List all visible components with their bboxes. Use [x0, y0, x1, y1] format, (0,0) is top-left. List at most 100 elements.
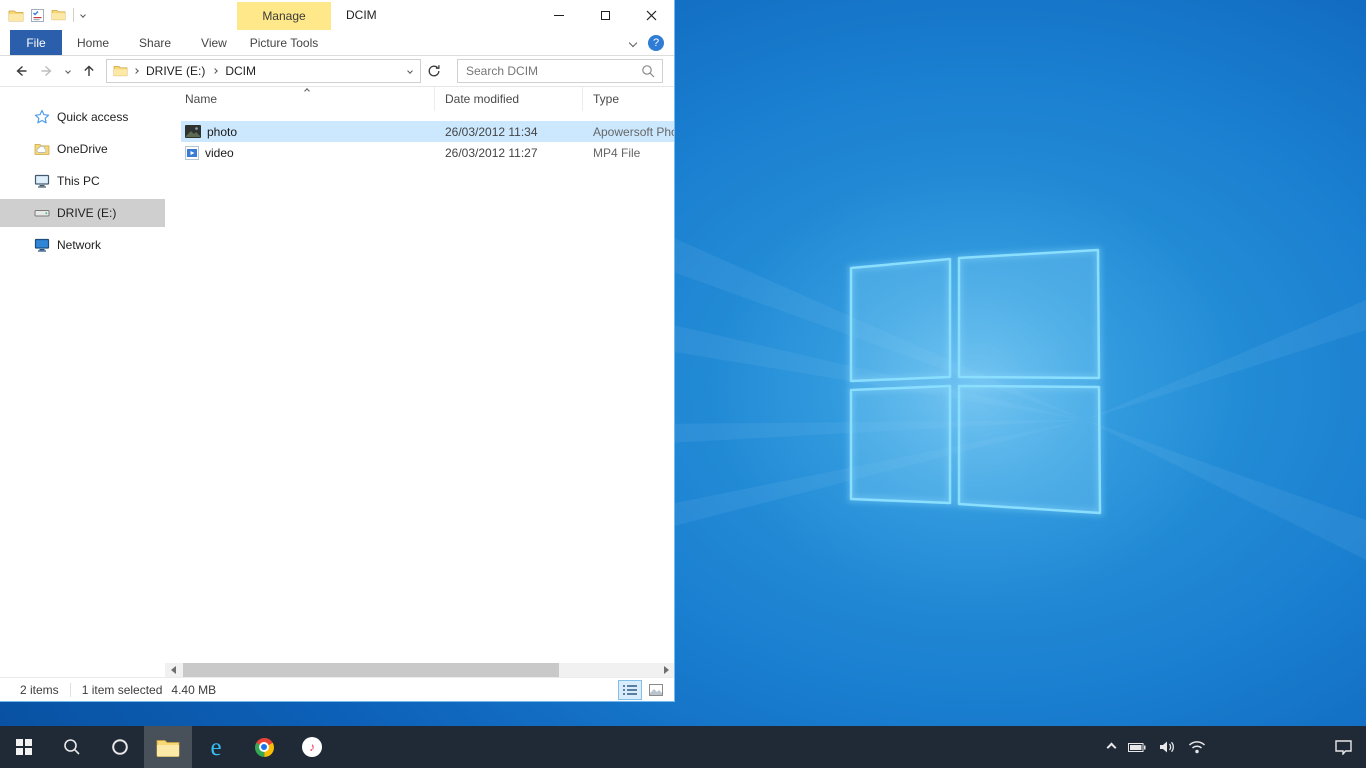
sidebar-item-this-pc[interactable]: This PC: [0, 167, 165, 195]
name-cell: video: [181, 146, 435, 160]
sidebar-item-network[interactable]: Network: [0, 231, 165, 259]
ribbon-tab-row: File Home Share View Picture Tools ?: [0, 30, 674, 56]
recent-locations-button[interactable]: [60, 58, 76, 84]
column-header-date-modified[interactable]: Date modified: [435, 87, 583, 111]
table-row-photo[interactable]: photo 26/03/2012 11:34 Apowersoft Pho: [181, 121, 674, 142]
windows-start-icon: [16, 739, 32, 755]
properties-button[interactable]: [31, 9, 44, 22]
details-view-button[interactable]: [618, 680, 642, 700]
navigation-pane: Quick access OneDrive This PC DRIVE (E:)…: [0, 87, 165, 663]
battery-icon: [1128, 743, 1146, 752]
cortana-icon: [111, 738, 129, 756]
status-divider: [70, 683, 71, 697]
explorer-body: Quick access OneDrive This PC DRIVE (E:)…: [0, 87, 674, 677]
taskbar-itunes-button[interactable]: ♪: [288, 726, 336, 768]
explorer-system-icon[interactable]: [8, 9, 24, 22]
computer-icon: [34, 173, 50, 189]
cortana-button[interactable]: [96, 726, 144, 768]
scroll-right-arrow[interactable]: [658, 663, 674, 677]
back-button[interactable]: [8, 58, 34, 84]
new-folder-button[interactable]: [51, 9, 66, 21]
recent-locations-chevron-icon: [65, 68, 71, 74]
network-indicator[interactable]: [1188, 740, 1206, 754]
maximize-icon: [601, 11, 610, 20]
sidebar-item-quick-access[interactable]: Quick access: [0, 103, 165, 131]
search-icon: [63, 738, 81, 756]
forward-button[interactable]: [34, 58, 60, 84]
tab-share[interactable]: Share: [124, 30, 186, 55]
star-icon: [34, 109, 50, 125]
taskbar-chrome-button[interactable]: [240, 726, 288, 768]
start-button[interactable]: [0, 726, 48, 768]
column-header-name[interactable]: Name: [165, 87, 435, 111]
breadcrumb-segment-drive[interactable]: DRIVE (E:): [140, 64, 211, 78]
refresh-button[interactable]: [421, 59, 447, 83]
chrome-icon: [255, 738, 274, 757]
file-list: Name Date modified Type photo 26/03/2012…: [165, 87, 674, 663]
column-headers: Name Date modified Type: [165, 87, 674, 111]
volume-indicator[interactable]: [1159, 740, 1175, 754]
type-cell: MP4 File: [583, 146, 674, 160]
speaker-icon: [1159, 740, 1175, 754]
date-modified-cell: 26/03/2012 11:34: [435, 125, 583, 139]
address-bar-row: DRIVE (E:) DCIM: [0, 56, 674, 87]
close-button[interactable]: [628, 0, 674, 30]
address-folder-icon: [113, 65, 128, 77]
breadcrumb-chevron-icon[interactable]: [211, 69, 219, 73]
search-input[interactable]: [458, 64, 641, 78]
taskbar: e ♪: [0, 726, 1366, 768]
ribbon-right-controls: ?: [630, 30, 664, 56]
hidden-icons-button[interactable]: [1108, 744, 1115, 751]
table-row-video[interactable]: video 26/03/2012 11:27 MP4 File: [181, 142, 674, 163]
action-center-icon: [1335, 740, 1352, 755]
window-controls: [536, 0, 674, 30]
help-button[interactable]: ?: [648, 35, 664, 51]
customize-toolbar-chevron-icon[interactable]: [80, 12, 86, 18]
scroll-left-arrow[interactable]: [165, 663, 181, 677]
tab-file[interactable]: File: [10, 30, 62, 55]
usb-drive-icon: [34, 205, 50, 221]
forward-arrow-icon: [39, 63, 55, 79]
action-center-button[interactable]: [1335, 740, 1352, 755]
address-dropdown-chevron-icon[interactable]: [400, 69, 420, 73]
search-icon: [641, 64, 655, 78]
up-button[interactable]: [76, 58, 102, 84]
breadcrumb-segment-dcim[interactable]: DCIM: [219, 64, 262, 78]
breadcrumb-chevron-icon[interactable]: [132, 69, 140, 73]
expand-ribbon-chevron-icon[interactable]: [629, 39, 637, 47]
sidebar-item-onedrive[interactable]: OneDrive: [0, 135, 165, 163]
horizontal-scrollbar[interactable]: [165, 663, 674, 677]
itunes-icon: ♪: [302, 737, 322, 757]
details-view-icon: [623, 684, 637, 696]
status-bar: 2 items 1 item selected 4.40 MB: [0, 677, 674, 701]
large-icons-view-button[interactable]: [644, 680, 668, 700]
column-header-type[interactable]: Type: [583, 87, 674, 111]
maximize-button[interactable]: [582, 0, 628, 30]
video-file-icon: [185, 146, 199, 160]
type-cell: Apowersoft Pho: [583, 125, 674, 139]
selection-size: 4.40 MB: [171, 683, 216, 697]
file-explorer-icon: [156, 738, 180, 757]
selection-count: 1 item selected: [82, 683, 163, 697]
tab-home[interactable]: Home: [62, 30, 124, 55]
scrollbar-thumb[interactable]: [183, 663, 559, 677]
taskbar-file-explorer-button[interactable]: [144, 726, 192, 768]
address-bar[interactable]: DRIVE (E:) DCIM: [106, 59, 421, 83]
name-cell: photo: [181, 125, 435, 139]
taskbar-internet-explorer-button[interactable]: e: [192, 726, 240, 768]
onedrive-folder-icon: [34, 141, 50, 157]
tab-view[interactable]: View: [186, 30, 242, 55]
manage-contextual-tab[interactable]: Manage: [237, 2, 331, 30]
minimize-button[interactable]: [536, 0, 582, 30]
file-rows: photo 26/03/2012 11:34 Apowersoft Pho vi…: [165, 121, 674, 163]
tab-picture-tools[interactable]: Picture Tools: [237, 30, 331, 56]
title-bar[interactable]: Manage DCIM: [0, 0, 674, 30]
photo-file-icon: [185, 125, 201, 138]
toolbar-separator: [73, 8, 74, 22]
close-icon: [646, 10, 657, 21]
battery-indicator[interactable]: [1128, 743, 1146, 752]
wifi-icon: [1188, 740, 1206, 754]
quick-access-toolbar: [8, 0, 85, 30]
taskbar-search-button[interactable]: [48, 726, 96, 768]
sidebar-item-drive-e[interactable]: DRIVE (E:): [0, 199, 165, 227]
